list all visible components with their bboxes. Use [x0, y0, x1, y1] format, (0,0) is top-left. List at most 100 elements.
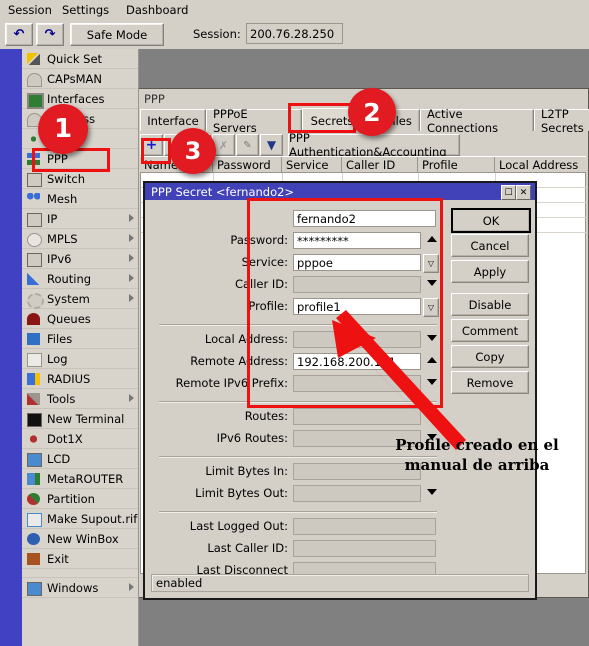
- field-limit-bytes-out[interactable]: [293, 485, 421, 502]
- session-address-field[interactable]: 200.76.28.250: [246, 23, 343, 44]
- dot1x-icon: [26, 432, 41, 446]
- sidebar-label: CAPsMAN: [47, 71, 103, 86]
- column-service[interactable]: Service: [282, 157, 342, 173]
- apply-button[interactable]: Apply: [451, 260, 529, 283]
- redo-button[interactable]: ↷: [36, 23, 64, 46]
- main-toolbar: ↶ ↷ Safe Mode Session: 200.76.28.250: [0, 19, 589, 49]
- sidebar-label: Mesh: [47, 191, 78, 206]
- sidebar-label: Log: [47, 351, 68, 366]
- ip-icon: [26, 212, 42, 227]
- partition-icon: [26, 492, 41, 506]
- sidebar-item-ip[interactable]: IP: [22, 209, 138, 229]
- sidebar-item-dot1x[interactable]: Dot1X: [22, 429, 138, 449]
- column-local-address[interactable]: Local Address: [495, 157, 586, 173]
- dialog-status-bar: enabled: [151, 574, 529, 592]
- field-last-caller-id[interactable]: [293, 540, 436, 557]
- field-label-limit-bytes-in: Limit Bytes In:: [205, 464, 288, 478]
- log-icon: [26, 352, 42, 367]
- field-last-logged-out[interactable]: [293, 518, 436, 535]
- undo-arrow-icon: ↶: [13, 27, 25, 42]
- sidebar-item-interfaces[interactable]: Interfaces: [22, 89, 138, 109]
- sidebar-label: Windows: [47, 580, 99, 595]
- step-badge-1: 1: [38, 104, 88, 154]
- field-label-limit-bytes-out: Limit Bytes Out:: [195, 486, 288, 500]
- sidebar-label: MetaROUTER: [47, 471, 124, 486]
- field-label-routes: Routes:: [244, 409, 288, 423]
- ok-button[interactable]: OK: [451, 208, 531, 233]
- ppp-authentication-accounting-button[interactable]: PPP Authentication&Accounting: [288, 131, 460, 159]
- chevron-right-icon: [129, 294, 134, 302]
- chevron-right-icon: [129, 214, 134, 222]
- sidebar-item-tools[interactable]: Tools: [22, 389, 138, 409]
- sidebar-item-switch[interactable]: Switch: [22, 169, 138, 189]
- sidebar-item-log[interactable]: Log: [22, 349, 138, 369]
- lcd-monitor-icon: [26, 452, 42, 467]
- folder-icon: [26, 332, 41, 346]
- ipv6-icon: [26, 252, 42, 267]
- sidebar-label: MPLS: [47, 231, 78, 246]
- sidebar-item-ipv6[interactable]: IPv6: [22, 249, 138, 269]
- sidebar-label: Tools: [47, 391, 76, 406]
- tab-active-connections[interactable]: Active Connections: [420, 107, 534, 135]
- close-icon[interactable]: ✕: [516, 185, 531, 200]
- safe-mode-button[interactable]: Safe Mode: [70, 23, 164, 46]
- step-badge-2: 2: [348, 88, 396, 136]
- column-password[interactable]: Password: [213, 157, 282, 173]
- system-gear-icon: [26, 292, 44, 309]
- windows-icon: [26, 581, 42, 596]
- annotation-note: Profile creado en el manual de arriba: [395, 436, 559, 474]
- sidebar-item-new-terminal[interactable]: New Terminal: [22, 409, 138, 429]
- cancel-button[interactable]: Cancel: [451, 234, 529, 257]
- sidebar-item-files[interactable]: Files: [22, 329, 138, 349]
- chevron-right-icon: [129, 274, 134, 282]
- mesh-icon: [26, 192, 41, 206]
- sidebar-label: Interfaces: [47, 91, 105, 106]
- limit-bytes-out-down-caret-icon[interactable]: [427, 489, 437, 495]
- menu-item-settings[interactable]: Settings: [62, 3, 109, 17]
- maximize-icon[interactable]: ☐: [501, 185, 516, 200]
- sidebar-item-lcd[interactable]: LCD: [22, 449, 138, 469]
- sidebar-item-metarouter[interactable]: MetaROUTER: [22, 469, 138, 489]
- sidebar-item-radius[interactable]: RADIUS: [22, 369, 138, 389]
- undo-button[interactable]: ↶: [5, 23, 33, 46]
- sidebar-label: Files: [47, 331, 73, 346]
- mpls-icon: [26, 232, 42, 247]
- session-label: Session:: [193, 27, 241, 41]
- comment-secret-button[interactable]: ✎: [236, 134, 259, 156]
- sidebar-item-queues[interactable]: Queues: [22, 309, 138, 329]
- chevron-right-icon: [129, 394, 134, 402]
- sidebar-label: New Terminal: [47, 411, 125, 426]
- supout-icon: [26, 512, 42, 527]
- x-disable-icon: ✗: [218, 138, 229, 152]
- queues-icon: [26, 312, 41, 326]
- winbox-icon: [26, 532, 41, 546]
- sidebar-item-partition[interactable]: Partition: [22, 489, 138, 509]
- terminal-icon: [26, 412, 42, 427]
- sidebar-item-routing[interactable]: Routing: [22, 269, 138, 289]
- sidebar-item-quick-set[interactable]: Quick Set: [22, 49, 138, 69]
- sidebar-item-mesh[interactable]: Mesh: [22, 189, 138, 209]
- highlight-box-secrets-tab: [288, 103, 356, 133]
- menu-item-session[interactable]: Session: [8, 3, 52, 17]
- sidebar-label: System: [47, 291, 90, 306]
- field-label-last-caller-id: Last Caller ID:: [207, 541, 288, 555]
- step-badge-3: 3: [170, 128, 216, 174]
- filter-button[interactable]: ▼: [260, 134, 283, 156]
- sidebar-item-make-supout-rif[interactable]: Make Supout.rif: [22, 509, 138, 529]
- column-caller-id[interactable]: Caller ID: [342, 157, 418, 173]
- sidebar-item-capsman[interactable]: CAPsMAN: [22, 69, 138, 89]
- sidebar-item-mpls[interactable]: MPLS: [22, 229, 138, 249]
- sidebar-label: Switch: [47, 171, 86, 186]
- dialog-title-text: PPP Secret <fernando2>: [151, 184, 295, 199]
- chevron-right-icon: [129, 583, 134, 591]
- sidebar-item-new-winbox[interactable]: New WinBox: [22, 529, 138, 549]
- sidebar-item-exit[interactable]: Exit: [22, 549, 138, 569]
- sidebar-label: Routing: [47, 271, 92, 286]
- chevron-right-icon: [129, 254, 134, 262]
- column-profile[interactable]: Profile: [418, 157, 495, 173]
- sidebar-item-system[interactable]: System: [22, 289, 138, 309]
- menu-item-dashboard[interactable]: Dashboard: [126, 3, 188, 17]
- sidebar-item-windows[interactable]: Windows: [22, 578, 138, 598]
- sidebar-label: Partition: [47, 491, 95, 506]
- tab-l2tp-secrets[interactable]: L2TP Secrets: [534, 107, 589, 135]
